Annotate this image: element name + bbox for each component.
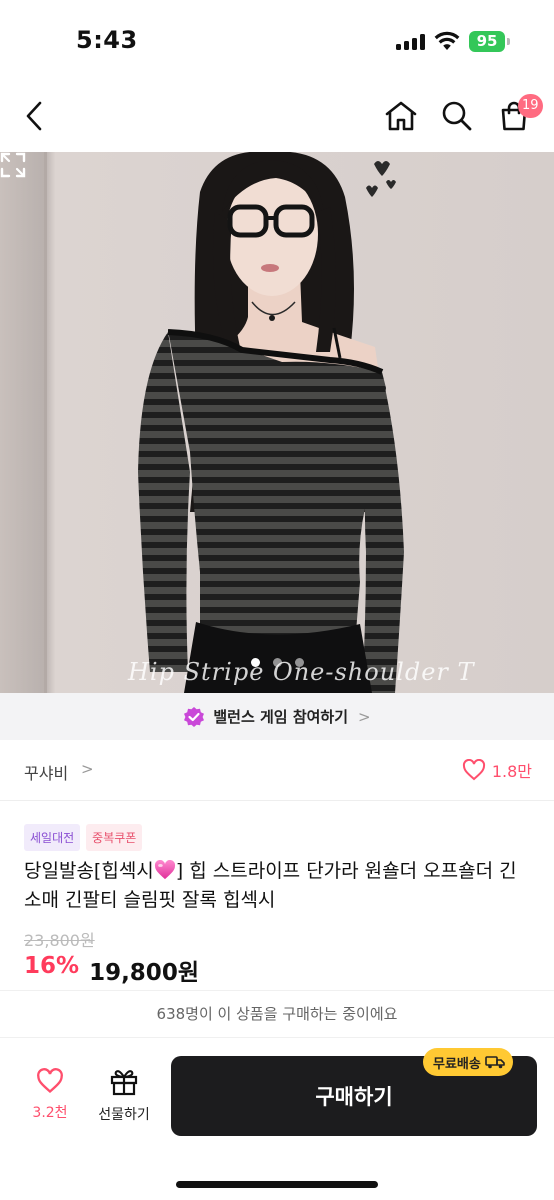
carousel-pagination bbox=[0, 658, 554, 667]
search-button[interactable] bbox=[433, 80, 481, 152]
product-title: 당일발송[힙섹시] 힙 스트라이프 단가라 원숄더 오프숄더 긴소매 긴팔티 슬… bbox=[24, 857, 534, 915]
heart-outline-icon bbox=[37, 1068, 63, 1094]
product-photo bbox=[0, 152, 554, 693]
search-icon bbox=[442, 101, 472, 131]
balance-game-banner[interactable]: 밸런스 게임 참여하기 > bbox=[0, 693, 554, 740]
free-shipping-badge: 무료배송 bbox=[423, 1048, 513, 1076]
cart-count-badge: 19 bbox=[518, 94, 543, 118]
product-title-prefix: 당일발송[힙섹시 bbox=[24, 860, 154, 882]
verified-badge-icon bbox=[184, 706, 205, 727]
tag-sale-event: 세일대전 bbox=[24, 824, 81, 851]
shop-like-count: 1.8만 bbox=[491, 762, 532, 781]
status-bar: 5:43 95 bbox=[0, 0, 554, 80]
shop-like-button[interactable]: 1.8만 bbox=[462, 758, 532, 782]
gift-button[interactable]: 선물하기 bbox=[94, 1068, 154, 1124]
tag-duplicate-coupon: 중복쿠폰 bbox=[86, 824, 143, 851]
wishlist-count: 3.2천 bbox=[32, 1105, 68, 1121]
nav-bar: 19 bbox=[0, 80, 554, 152]
home-indicator bbox=[176, 1181, 378, 1188]
original-price: 23,800원 bbox=[24, 931, 95, 950]
battery-indicator: 95 bbox=[469, 31, 505, 52]
discount-rate: 16% bbox=[24, 953, 80, 979]
cellular-signal-icon bbox=[396, 34, 426, 50]
free-shipping-label: 무료배송 bbox=[433, 1056, 481, 1072]
expand-icon[interactable] bbox=[0, 152, 26, 178]
sale-price: 19,800원 bbox=[89, 960, 199, 986]
wishlist-button[interactable]: 3.2천 bbox=[20, 1068, 80, 1122]
chevron-right-icon: > bbox=[358, 707, 371, 726]
home-button[interactable] bbox=[377, 80, 425, 152]
chevron-right-icon: > bbox=[81, 760, 94, 778]
banner-label: 밸런스 게임 참여하기 bbox=[213, 708, 349, 726]
shop-name-link[interactable]: 꾸샤비 bbox=[24, 760, 68, 784]
wifi-icon bbox=[434, 31, 460, 50]
price-row: 16% 19,800원 bbox=[24, 953, 199, 987]
buy-button-label: 구매하기 bbox=[315, 1085, 393, 1109]
heart-outline-icon bbox=[462, 759, 485, 781]
shop-row: 꾸샤비 > 1.8만 bbox=[0, 740, 554, 801]
chevron-left-icon bbox=[26, 101, 42, 131]
battery-tip bbox=[507, 38, 510, 45]
promo-tags: 세일대전 중복쿠폰 bbox=[24, 824, 143, 851]
gift-icon bbox=[110, 1070, 138, 1096]
back-button[interactable] bbox=[10, 80, 58, 152]
cart-button[interactable]: 19 bbox=[490, 80, 543, 152]
home-icon bbox=[385, 101, 417, 131]
purchasing-notice: 638명이 이 상품을 구매하는 중이에요 bbox=[0, 990, 554, 1038]
gift-label: 선물하기 bbox=[98, 1107, 150, 1123]
product-image-carousel[interactable]: Hip Stripe One-shoulder T bbox=[0, 152, 554, 693]
bottom-action-bar: 3.2천 선물하기 구매하기 무료배송 bbox=[0, 1038, 554, 1200]
carousel-dot[interactable] bbox=[272, 658, 282, 667]
status-time: 5:43 bbox=[76, 26, 138, 54]
pink-heart-emoji-icon bbox=[154, 860, 175, 880]
truck-icon bbox=[485, 1056, 505, 1069]
carousel-dot[interactable] bbox=[294, 658, 304, 667]
carousel-dot[interactable] bbox=[250, 658, 260, 667]
